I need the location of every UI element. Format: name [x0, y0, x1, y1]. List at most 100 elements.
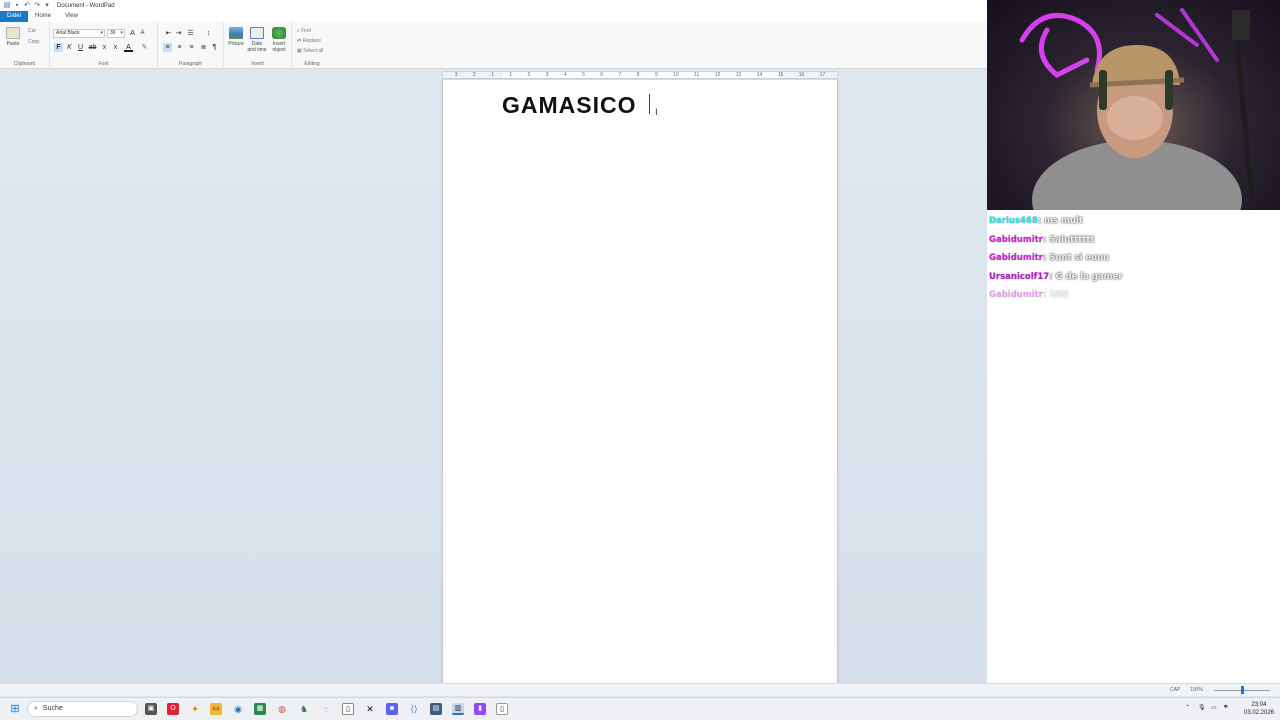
wordpad-taskbar-icon[interactable]: ▥ — [452, 703, 464, 715]
undo-icon[interactable]: ↶ — [23, 2, 31, 10]
tab-view[interactable]: View — [58, 11, 85, 22]
document-text[interactable]: GAMASICO — [502, 92, 637, 119]
insert-datetime-button[interactable]: Date and time — [247, 27, 267, 53]
chat-text: : !!!!! — [1042, 290, 1069, 300]
insert-group-label: Insert — [251, 61, 264, 67]
paragraph-settings-icon[interactable]: ¶ — [210, 43, 219, 52]
discord-icon[interactable]: ☻ — [386, 703, 398, 715]
clipboard-group-label: Clipboard — [13, 61, 36, 67]
italic-icon[interactable]: K — [65, 43, 74, 52]
find-button[interactable]: ⌕ Find — [297, 28, 311, 34]
caps-lock-indicator: CAP — [1170, 687, 1181, 693]
ruler-tick: 4 — [563, 72, 567, 78]
object-label: Insert object — [272, 41, 286, 53]
document-icon[interactable]: ▯ — [496, 703, 508, 715]
align-left-icon[interactable]: ≡ — [163, 43, 172, 52]
insert-group: Picture Date and time Insert object Inse… — [224, 22, 292, 69]
twitch-icon[interactable]: ▮ — [474, 703, 486, 715]
chrome-icon[interactable]: ◍ — [276, 703, 288, 715]
ruler-tick: 7 — [618, 72, 622, 78]
x-app-icon[interactable]: ✕ — [364, 703, 376, 715]
webcam-image — [1019, 8, 1255, 210]
chevron-down-icon: ▾ — [100, 30, 103, 36]
ruler-tick: 17 — [819, 72, 826, 78]
insert-object-button[interactable]: Insert object — [269, 27, 289, 53]
chat-message: Ursanicolf17: G de la gamer — [989, 268, 1280, 287]
search-icon: ⌕ — [34, 705, 38, 712]
clipboard-group: Paste Cut Copy Clipboard — [0, 22, 50, 69]
zoom-slider-thumb[interactable] — [1241, 686, 1244, 694]
ruler-tick: 11 — [694, 72, 700, 78]
chat-text: : G de la gamer — [1049, 271, 1123, 282]
windows-start-icon[interactable]: ⊞ — [9, 703, 21, 715]
underline-icon[interactable]: U — [76, 43, 85, 52]
edge-icon[interactable]: ◉ — [232, 703, 244, 715]
subscript-icon[interactable]: x — [100, 43, 109, 52]
chat-message: Darius468: ms mult — [989, 212, 1280, 231]
ruler-tick: 12 — [714, 72, 721, 78]
chevron-up-icon[interactable]: ⌃ — [1185, 704, 1190, 711]
grow-font-icon[interactable]: A — [128, 29, 137, 38]
font-group-label: Font — [98, 61, 109, 67]
chat-message: Gabidumitr: Salutttttt — [989, 231, 1280, 250]
tab-file[interactable]: Datei — [0, 11, 29, 22]
document-page[interactable]: GAMASICO I — [442, 80, 838, 683]
cut-button[interactable]: Cut — [28, 28, 36, 34]
taskbar-clock[interactable]: 23:04 03.02.2026 — [1240, 701, 1278, 717]
chat-message-text: G de la gamer — [1055, 271, 1123, 282]
zoom-level[interactable]: 100% — [1190, 687, 1203, 693]
ruler-tick: 6 — [600, 72, 604, 78]
insert-picture-button[interactable]: Picture — [226, 27, 246, 47]
replace-label: Replace — [302, 38, 321, 44]
bold-icon[interactable]: F — [54, 43, 63, 52]
highlight-icon[interactable]: ✎ — [140, 43, 149, 52]
shrink-font-icon[interactable]: A — [138, 29, 147, 38]
ruler[interactable]: 3 2 1 1 2 3 4 5 6 7 8 9 10 11 12 13 14 1… — [442, 71, 838, 79]
app-icon-blue[interactable]: ▤ — [430, 703, 442, 715]
save-icon[interactable]: ▪ — [13, 2, 21, 10]
justify-icon[interactable]: ≣ — [199, 43, 208, 52]
ruler-tick: 15 — [777, 72, 784, 78]
ruler-tick: 3 — [454, 72, 458, 78]
ibeam-cursor-icon: I — [655, 108, 658, 118]
copilot-icon[interactable]: ✦ — [189, 703, 201, 715]
monitor-icon[interactable]: ▭ — [1211, 704, 1217, 711]
customize-icon[interactable]: ▾ — [43, 2, 51, 10]
steam-icon[interactable]: ◌ — [320, 703, 332, 715]
font-family-select[interactable]: Arial Black ▾ — [53, 29, 105, 38]
paste-button[interactable]: Paste — [3, 27, 23, 47]
store-icon[interactable]: ▦ — [254, 703, 266, 715]
bullets-icon[interactable]: ☰ — [186, 29, 195, 38]
select-all-button[interactable]: ▦ Select all — [297, 48, 323, 54]
font-color-icon[interactable]: A — [124, 43, 133, 52]
select-all-label: Select all — [303, 48, 324, 54]
notepad-icon[interactable]: ▯ — [342, 703, 354, 715]
line-spacing-icon[interactable]: ↕ — [204, 29, 213, 38]
volume-icon[interactable]: 🔊︎ — [1224, 704, 1228, 711]
ruler-tick: 3 — [545, 72, 549, 78]
redo-icon[interactable]: ↷ — [33, 2, 41, 10]
align-right-icon[interactable]: ≡ — [187, 43, 196, 52]
task-view-icon[interactable]: ▣ — [145, 703, 157, 715]
superscript-icon[interactable]: x — [111, 43, 120, 52]
app-icon[interactable]: ▤ — [3, 2, 11, 10]
increase-indent-icon[interactable]: ⇥ — [174, 29, 183, 38]
app-icon-green[interactable]: ♞ — [298, 703, 310, 715]
strikethrough-icon[interactable]: ab — [88, 43, 97, 52]
vscode-icon[interactable]: ⟨⟩ — [408, 703, 420, 715]
tab-home[interactable]: Home — [28, 11, 58, 22]
status-bar: CAP 100% — [0, 683, 1280, 696]
align-center-icon[interactable]: ≡ — [175, 43, 184, 52]
taskbar-search[interactable]: ⌕ Suche — [27, 701, 138, 717]
ruler-tick: 1 — [509, 72, 513, 78]
quick-access-toolbar: ▤ ▪ ↶ ↷ ▾ — [0, 2, 51, 10]
opera-icon[interactable]: O — [167, 703, 179, 715]
replace-button[interactable]: ⇄ Replace — [297, 38, 321, 44]
file-explorer-icon[interactable]: ▭ — [210, 703, 222, 715]
copy-button[interactable]: Copy — [28, 39, 40, 45]
microphone-icon[interactable]: 🎙︎ — [1198, 704, 1206, 711]
ruler-tick: 8 — [636, 72, 640, 78]
paste-label: Paste — [6, 41, 20, 47]
decrease-indent-icon[interactable]: ⇤ — [164, 29, 173, 38]
font-size-select[interactable]: 36 ▾ — [107, 29, 125, 38]
